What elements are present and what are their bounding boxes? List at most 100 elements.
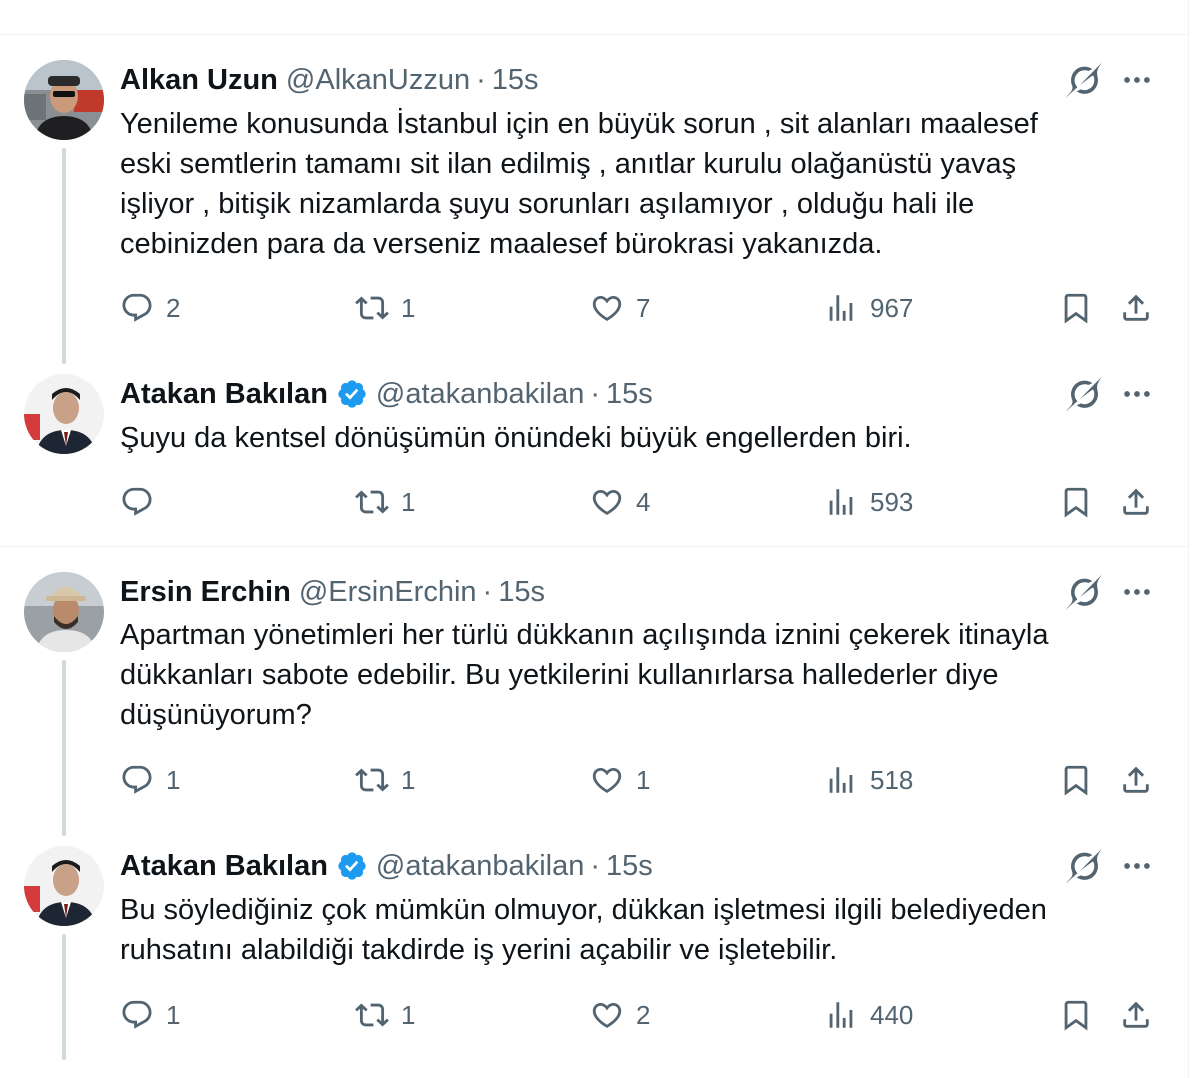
more-icon[interactable] [1120,376,1154,412]
more-icon[interactable] [1120,848,1154,884]
tweet-text: Bu söylediğiniz çok mümkün olmuyor, dükk… [120,890,1140,970]
tweet[interactable]: Alkan Uzun @AlkanUzzun · 15s Yenileme ko… [0,0,1189,364]
like-count: 2 [636,999,651,1030]
author-handle[interactable]: @ErsinErchin [299,576,477,609]
author-name[interactable]: Ersin Erchin [120,576,291,609]
like-button[interactable]: 4 [590,482,650,522]
share-icon [1119,998,1153,1032]
heart-icon [590,998,624,1032]
views-button[interactable]: 967 [824,288,913,328]
author-handle[interactable]: @atakanbakilan [376,850,584,883]
tweet[interactable]: Atakan Bakılan @atakanbakilan · 15s Şuyu… [0,364,1189,546]
tweet-text: Apartman yönetimleri her türlü dükkanın … [120,615,1140,735]
heart-icon [590,763,624,797]
share-button[interactable] [1119,995,1153,1035]
bookmark-button[interactable] [1059,995,1093,1035]
share-button[interactable] [1119,482,1153,522]
grok-icon[interactable] [1066,574,1102,610]
repost-button[interactable]: 1 [355,288,415,328]
like-button[interactable]: 1 [590,760,650,800]
repost-button[interactable]: 1 [355,995,415,1035]
views-count: 440 [870,999,914,1030]
author-name[interactable]: Alkan Uzun [120,64,278,97]
views-icon [824,763,858,797]
tweet-actions: 1 1 1 518 [0,760,1189,800]
repost-count: 1 [401,486,416,517]
user-avatar[interactable] [24,846,104,926]
like-button[interactable]: 2 [590,995,650,1035]
repost-icon [355,291,389,325]
views-button[interactable]: 593 [824,482,913,522]
views-count: 593 [870,486,914,517]
tweet[interactable]: Atakan Bakılan @atakanbakilan · 15s Bu s… [0,837,1189,1078]
repost-count: 1 [401,764,416,795]
views-button[interactable]: 440 [824,995,913,1035]
repost-icon [355,485,389,519]
tweet-text-line: Yenileme konusunda İstanbul için en büyü… [120,108,1038,140]
reply-button[interactable]: 2 [120,288,180,328]
reply-button[interactable]: 1 [120,760,180,800]
timestamp[interactable]: 15s [498,576,545,609]
repost-count: 1 [401,292,416,323]
views-count: 967 [870,292,914,323]
share-icon [1119,485,1153,519]
reply-count: 2 [166,292,181,323]
reply-button[interactable]: 1 [120,995,180,1035]
author-handle[interactable]: @AlkanUzzun [286,64,470,97]
author-handle[interactable]: @atakanbakilan [376,378,584,411]
reply-icon [120,485,154,519]
more-icon[interactable] [1120,62,1154,98]
tweet-text-line: işliyor , bitişik nizamlarda şuyu sorunl… [120,188,975,220]
author-name[interactable]: Atakan Bakılan [120,850,328,883]
repost-count: 1 [401,999,416,1030]
like-count: 7 [636,292,651,323]
views-button[interactable]: 518 [824,760,913,800]
author-name[interactable]: Atakan Bakılan [120,378,328,411]
bookmark-button[interactable] [1059,482,1093,522]
views-icon [824,485,858,519]
tweet-text-line: Apartman yönetimleri her türlü dükkanın … [120,619,1049,651]
tweet-actions: 1 4 593 [0,482,1189,522]
share-icon [1119,763,1153,797]
like-button[interactable]: 7 [590,288,650,328]
heart-icon [590,291,624,325]
tweet-actions: 2 1 7 967 [0,288,1189,328]
repost-button[interactable]: 1 [355,482,415,522]
heart-icon [590,485,624,519]
tweet-text-line: ruhsatını alabildiği takdirde iş yerini … [120,934,838,966]
grok-icon[interactable] [1066,62,1102,98]
user-avatar[interactable] [24,60,104,140]
more-icon[interactable] [1120,574,1154,610]
timestamp[interactable]: 15s [492,64,539,97]
reply-button[interactable] [120,482,166,522]
tweet-text: Yenileme konusunda İstanbul için en büyü… [120,104,1140,264]
separator-dot: · [590,377,601,410]
tweet-text-line: düşünüyorum? [120,699,312,731]
timestamp[interactable]: 15s [606,850,653,883]
tweet-text: Şuyu da kentsel dönüşümün önündeki büyük… [120,418,1140,458]
verified-badge-icon [336,850,368,882]
repost-icon [355,763,389,797]
bookmark-icon [1059,485,1093,519]
user-avatar[interactable] [24,572,104,652]
bookmark-button[interactable] [1059,760,1093,800]
tweet-text-line: Şuyu da kentsel dönüşümün önündeki büyük… [120,422,912,454]
user-avatar[interactable] [24,374,104,454]
reply-icon [120,291,154,325]
timestamp[interactable]: 15s [606,378,653,411]
reply-icon [120,763,154,797]
repost-button[interactable]: 1 [355,760,415,800]
share-button[interactable] [1119,760,1153,800]
tweet-text-line: eski semtlerin tamamı sit ilan edilmiş ,… [120,148,1017,180]
share-icon [1119,291,1153,325]
bookmark-icon [1059,291,1093,325]
grok-icon[interactable] [1066,376,1102,412]
separator-dot: · [482,575,493,608]
tweet[interactable]: Ersin Erchin @ErsinErchin · 15s Apartman… [0,547,1189,837]
bookmark-button[interactable] [1059,288,1093,328]
share-button[interactable] [1119,288,1153,328]
grok-icon[interactable] [1066,848,1102,884]
reply-count: 1 [166,764,181,795]
separator-dot: · [476,63,486,96]
like-count: 1 [636,764,651,795]
